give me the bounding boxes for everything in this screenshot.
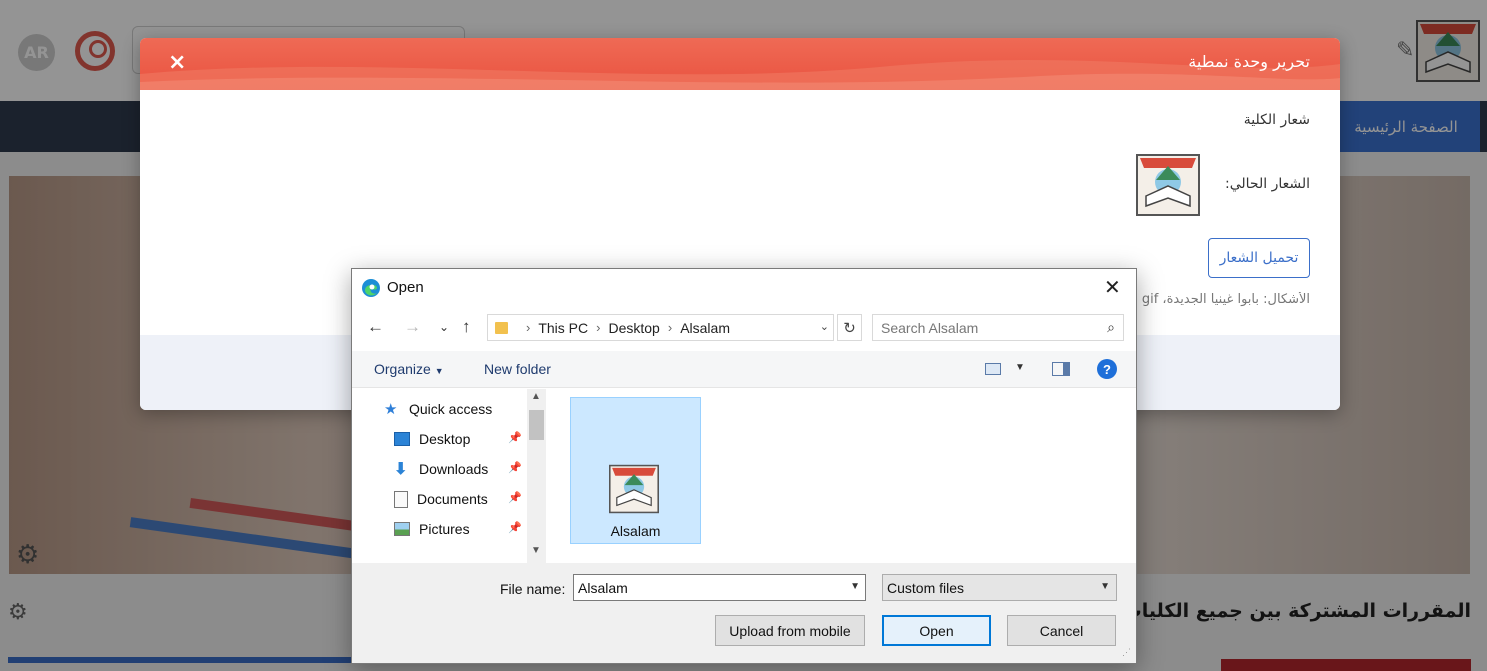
folder-icon — [495, 321, 508, 334]
nav-item-label: Pictures — [419, 521, 470, 537]
image-file-thumbnail — [609, 464, 659, 514]
refresh-icon[interactable]: ↻ — [837, 314, 862, 341]
chevron-down-icon: ▼ — [1100, 581, 1110, 592]
breadcrumb-separator-icon: › — [667, 320, 673, 335]
address-bar[interactable]: › This PC › Desktop › Alsalam ⌄ — [487, 314, 834, 341]
desktop-icon — [394, 432, 410, 446]
resize-grip-icon[interactable]: ⋰ — [1122, 647, 1134, 659]
help-icon[interactable]: ? — [1097, 359, 1117, 379]
pictures-icon — [394, 522, 410, 536]
nav-item-label: Documents — [417, 491, 488, 507]
download-icon: ⬇ — [394, 461, 408, 478]
current-logo-image — [1136, 154, 1200, 216]
caret-down-icon[interactable]: ▼ — [1015, 362, 1025, 373]
cancel-button[interactable]: Cancel — [1007, 615, 1116, 646]
command-bar: Organize ▼ New folder ▼ ? — [352, 351, 1136, 388]
preview-pane-icon[interactable] — [1052, 362, 1070, 376]
edge-browser-icon — [362, 279, 380, 297]
nav-item-label: Downloads — [419, 461, 489, 477]
recent-locations-chevron-icon[interactable]: ⌄ — [439, 320, 449, 334]
dialog-bottom-panel: File name: Alsalam ▼ Custom files ▼ Uplo… — [352, 563, 1136, 663]
navigation-pane: ★ Quick access Desktop 📌 ⬇ Downloads 📌 D… — [352, 389, 547, 563]
pin-icon: 📌 — [508, 462, 522, 474]
up-arrow-icon[interactable]: ↑ — [462, 317, 471, 337]
organize-label: Organize — [374, 361, 431, 377]
pin-icon: 📌 — [508, 492, 522, 504]
pin-icon: 📌 — [508, 432, 522, 444]
current-logo-label: الشعار الحالي: — [1225, 176, 1310, 192]
breadcrumb-separator-icon: › — [596, 320, 601, 335]
file-list-area: Alsalam — [549, 389, 1136, 563]
nav-scrollbar[interactable]: ▲ ▼ — [527, 389, 546, 563]
search-input[interactable]: Search Alsalam ⌕ — [872, 314, 1124, 341]
breadcrumb-desktop[interactable]: Desktop — [608, 320, 659, 336]
modal-header: × تحرير وحدة نمطية — [140, 38, 1340, 90]
chevron-down-icon[interactable]: ⌄ — [820, 320, 829, 333]
file-name-label: File name: — [500, 581, 566, 597]
scroll-down-icon[interactable]: ▼ — [531, 545, 541, 556]
breadcrumb-alsalam[interactable]: Alsalam — [680, 320, 730, 336]
open-button[interactable]: Open — [882, 615, 991, 646]
documents-icon — [394, 490, 408, 508]
file-name-label: Alsalam — [610, 523, 661, 539]
organize-menu[interactable]: Organize ▼ — [374, 361, 444, 377]
allowed-formats-text: الأشكال: بابوا غينيا الجديدة، gif — [1141, 292, 1310, 307]
navigation-row: ← → ⌄ ↑ › This PC › Desktop › Alsalam ⌄ … — [352, 309, 1136, 345]
field-label: شعار الكلية — [1243, 112, 1310, 128]
scroll-thumb[interactable] — [529, 410, 544, 440]
nav-item-label: Quick access — [409, 401, 493, 417]
back-arrow-icon[interactable]: ← — [367, 317, 384, 337]
search-placeholder: Search Alsalam — [881, 319, 979, 336]
star-icon: ★ — [384, 401, 398, 418]
breadcrumb-separator-icon: › — [526, 320, 531, 335]
file-type-select[interactable]: Custom files ▼ — [882, 574, 1117, 601]
search-icon: ⌕ — [1107, 319, 1115, 335]
caret-down-icon: ▼ — [434, 366, 444, 376]
change-view-icon[interactable] — [985, 363, 1001, 375]
file-name-input[interactable]: Alsalam ▼ — [573, 574, 866, 601]
dialog-titlebar: Open ✕ — [352, 269, 1136, 305]
scroll-up-icon[interactable]: ▲ — [531, 391, 541, 402]
open-file-dialog: Open ✕ ← → ⌄ ↑ › This PC › Desktop › Als… — [351, 268, 1137, 664]
dialog-title: Open — [387, 279, 424, 296]
breadcrumb-this-pc[interactable]: This PC — [538, 320, 588, 336]
new-folder-button[interactable]: New folder — [484, 361, 551, 377]
file-name-value: Alsalam — [578, 579, 628, 596]
file-item-alsalam[interactable]: Alsalam — [570, 397, 701, 544]
close-icon[interactable]: × — [168, 50, 186, 75]
close-icon[interactable]: ✕ — [1104, 275, 1121, 300]
upload-logo-button[interactable]: تحميل الشعار — [1208, 238, 1310, 278]
chevron-down-icon[interactable]: ▼ — [850, 581, 860, 592]
modal-title: تحرير وحدة نمطية — [1188, 52, 1310, 71]
upload-from-mobile-button[interactable]: Upload from mobile — [715, 615, 865, 646]
file-type-value: Custom files — [887, 579, 965, 596]
header-wave-decoration — [140, 60, 1340, 90]
pin-icon: 📌 — [508, 522, 522, 534]
forward-arrow-icon[interactable]: → — [404, 317, 421, 337]
nav-item-label: Desktop — [419, 431, 471, 447]
